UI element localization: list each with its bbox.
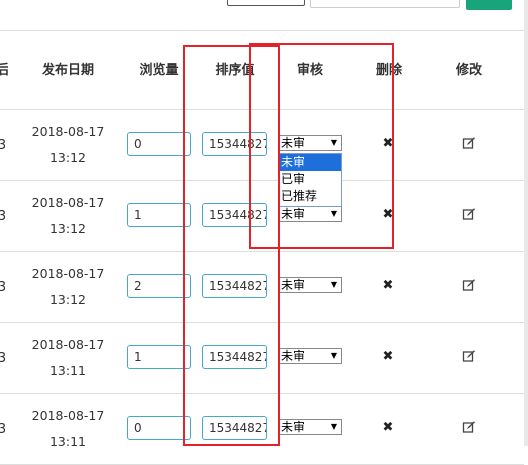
table-header: 后 发布日期 浏览量 排序值 审核 删除 修改 xyxy=(0,30,524,110)
review-select[interactable]: 未审 ▼ xyxy=(278,348,342,364)
row-date: 2018-08-17 xyxy=(31,337,105,352)
header-review: 审核 xyxy=(296,63,323,78)
header-edit: 修改 xyxy=(455,63,482,78)
row-id: 3 xyxy=(0,138,7,153)
row-id: 3 xyxy=(0,422,7,437)
close-icon[interactable]: ✖ xyxy=(380,136,396,152)
table-row: 3 2018-08-17 13:11 0 1534482731 未审 ▼ ✖ xyxy=(0,394,524,465)
caret-down-icon: ▼ xyxy=(330,209,337,218)
row-datetime: 2018-08-17 13:12 xyxy=(30,181,106,252)
table-row: 3 2018-08-17 13:12 2 1534482731 未审 ▼ ✖ xyxy=(0,252,524,323)
close-icon[interactable]: ✖ xyxy=(380,207,396,223)
review-select-value: 未审 xyxy=(281,136,306,150)
row-time: 13:11 xyxy=(49,434,87,449)
edit-icon[interactable] xyxy=(461,207,477,223)
row-date: 2018-08-17 xyxy=(31,408,105,423)
review-select-value: 未审 xyxy=(281,349,306,363)
close-icon[interactable]: ✖ xyxy=(380,278,396,294)
header-views: 浏览量 xyxy=(139,63,179,78)
row-datetime: 2018-08-17 13:12 xyxy=(30,252,106,323)
views-input[interactable]: 0 xyxy=(127,416,191,440)
sort-input[interactable]: 1534482731 xyxy=(202,203,267,227)
close-icon[interactable]: ✖ xyxy=(380,420,396,436)
caret-down-icon: ▼ xyxy=(330,280,337,289)
review-select[interactable]: 未审 ▼ xyxy=(278,419,342,435)
header-delete: 删除 xyxy=(375,63,402,78)
row-date: 2018-08-17 xyxy=(31,195,105,210)
table-row: 3 2018-08-17 13:11 1 1534482731 未审 ▼ ✖ xyxy=(0,323,524,394)
scrollbar[interactable] xyxy=(524,0,528,446)
filter-select[interactable] xyxy=(227,0,305,6)
edit-icon[interactable] xyxy=(461,349,477,365)
review-select-value: 未审 xyxy=(281,207,306,221)
row-datetime: 2018-08-17 13:11 xyxy=(30,323,106,394)
sort-input[interactable]: 1534482731 xyxy=(202,132,267,156)
row-time: 13:12 xyxy=(49,292,87,307)
caret-down-icon: ▼ xyxy=(330,138,337,147)
edit-icon[interactable] xyxy=(461,278,477,294)
table-row: 3 2018-08-17 13:12 0 1534482731 未审 ▼ ✖ xyxy=(0,110,524,181)
views-input[interactable]: 2 xyxy=(127,274,191,298)
caret-down-icon: ▼ xyxy=(330,422,337,431)
edit-icon[interactable] xyxy=(461,136,477,152)
row-id: 3 xyxy=(0,280,7,295)
review-select-value: 未审 xyxy=(281,420,306,434)
review-dropdown-list: 未审 已审 已推荐 xyxy=(278,153,342,207)
sort-input[interactable]: 1534482731 xyxy=(202,416,267,440)
close-icon[interactable]: ✖ xyxy=(380,349,396,365)
sort-input[interactable]: 1534482731 xyxy=(202,345,267,369)
search-input[interactable] xyxy=(310,0,460,8)
row-date: 2018-08-17 xyxy=(31,124,105,139)
dropdown-option-recommended[interactable]: 已推荐 xyxy=(279,188,341,205)
row-id: 3 xyxy=(0,209,7,224)
row-datetime: 2018-08-17 13:11 xyxy=(30,394,106,465)
review-select[interactable]: 未审 ▼ xyxy=(278,135,342,151)
review-select[interactable]: 未审 ▼ xyxy=(278,206,342,222)
row-datetime: 2018-08-17 13:12 xyxy=(30,110,106,181)
views-input[interactable]: 1 xyxy=(127,203,191,227)
search-button[interactable] xyxy=(466,0,512,10)
row-date: 2018-08-17 xyxy=(31,266,105,281)
header-date: 发布日期 xyxy=(41,63,94,78)
row-time: 13:12 xyxy=(49,150,87,165)
top-toolbar xyxy=(0,0,528,30)
edit-icon[interactable] xyxy=(461,420,477,436)
review-select[interactable]: 未审 ▼ xyxy=(278,277,342,293)
header-sort: 排序值 xyxy=(215,63,255,78)
header-id: 后 xyxy=(0,63,8,78)
dropdown-option-reviewed[interactable]: 已审 xyxy=(279,171,341,188)
row-time: 13:12 xyxy=(49,221,87,236)
views-input[interactable]: 1 xyxy=(127,345,191,369)
sort-input[interactable]: 1534482731 xyxy=(202,274,267,298)
table-row: 3 2018-08-17 13:12 1 1534482731 未审 ▼ ✖ xyxy=(0,181,524,252)
caret-down-icon: ▼ xyxy=(330,351,337,360)
views-input[interactable]: 0 xyxy=(127,132,191,156)
articles-table: 后 发布日期 浏览量 排序值 审核 删除 修改 3 2018-08-17 13:… xyxy=(0,30,524,465)
row-time: 13:11 xyxy=(49,363,87,378)
dropdown-option-unreviewed[interactable]: 未审 xyxy=(279,154,341,171)
row-id: 3 xyxy=(0,351,7,366)
review-select-value: 未审 xyxy=(281,278,306,292)
